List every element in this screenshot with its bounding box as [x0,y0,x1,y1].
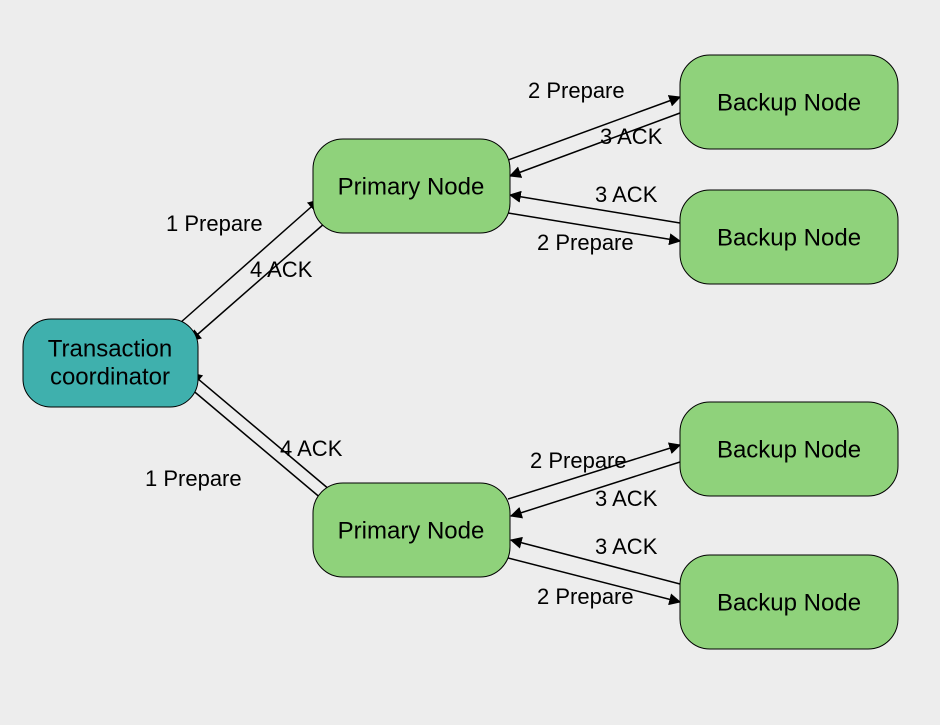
label-p1-tc-ack: 4 ACK [250,257,313,282]
node-backup-4-label: Backup Node [717,589,861,616]
node-backup-3-label: Backup Node [717,436,861,463]
label-p1-b2-prepare: 2 Prepare [537,230,634,255]
node-primary-2-label: Primary Node [338,517,485,544]
label-tc-p2-prepare: 1 Prepare [145,466,242,491]
label-b1-p1-ack: 3 ACK [600,124,663,149]
label-p2-b3-prepare: 2 Prepare [530,448,627,473]
label-b3-p2-ack: 3 ACK [595,486,658,511]
node-backup-1-label: Backup Node [717,89,861,116]
node-backup-2-label: Backup Node [717,224,861,251]
label-tc-p1-prepare: 1 Prepare [166,211,263,236]
label-b2-p1-ack: 3 ACK [595,182,658,207]
node-coordinator-label-2: coordinator [50,363,170,390]
label-b4-p2-ack: 3 ACK [595,534,658,559]
label-p1-b1-prepare: 2 Prepare [528,78,625,103]
label-p2-b4-prepare: 2 Prepare [537,584,634,609]
label-p2-tc-ack: 4 ACK [280,436,343,461]
diagram-canvas: 1 Prepare 4 ACK 1 Prepare 4 ACK 2 Prepar… [0,0,940,725]
node-coordinator-label-1: Transaction [48,335,173,362]
node-primary-1-label: Primary Node [338,173,485,200]
